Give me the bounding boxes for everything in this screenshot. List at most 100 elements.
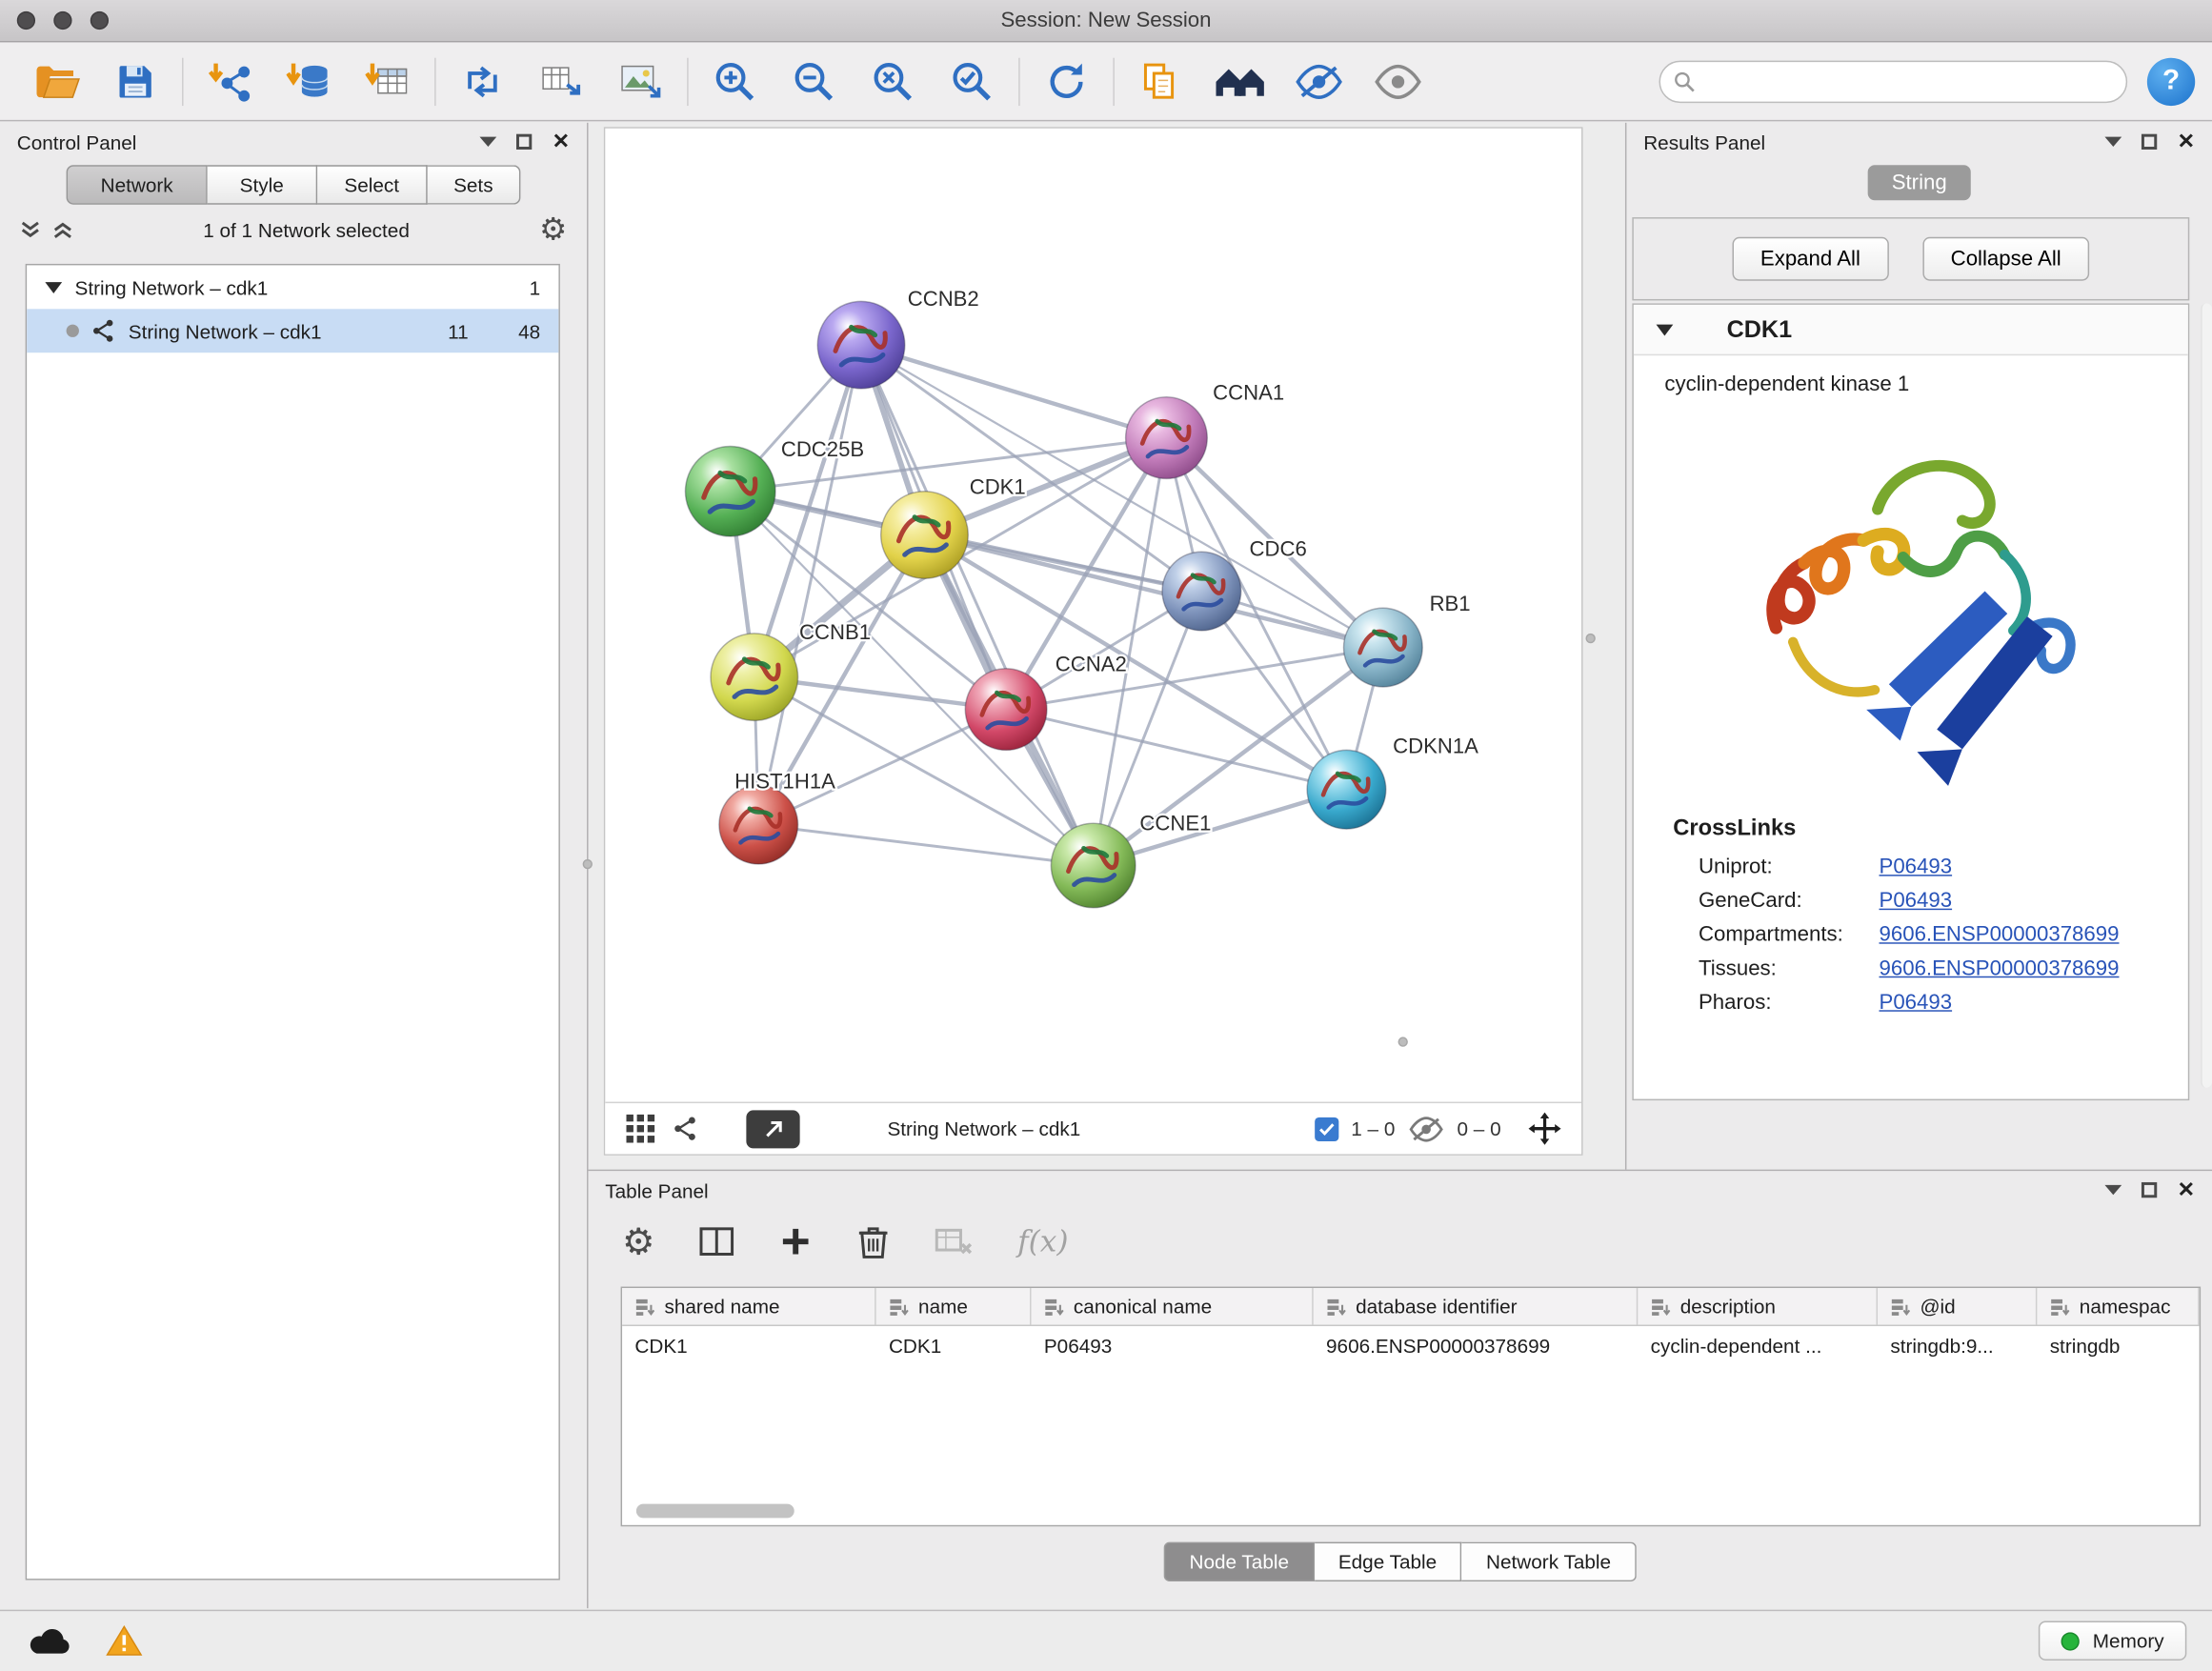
collection-expander-icon[interactable] [45,281,62,292]
column-header--id[interactable]: @id [1878,1288,2037,1325]
table-cell[interactable]: CDK1 [622,1326,876,1365]
column-header-database-identifier[interactable]: database identifier [1314,1288,1639,1325]
network-row-selected[interactable]: String Network – cdk1 11 48 [27,309,558,352]
close-window-icon[interactable] [17,11,35,30]
network-edge[interactable] [924,534,1382,647]
copy-document-button[interactable] [1121,49,1200,113]
network-options-gear-icon[interactable]: ⚙ [539,214,567,246]
table-tab-edge-table[interactable]: Edge Table [1315,1542,1462,1581]
zoom-fit-button[interactable] [854,49,933,113]
birdseye-view-button[interactable] [746,1110,799,1148]
table-options-gear-icon[interactable]: ⚙ [622,1223,655,1260]
import-network-file-button[interactable] [191,49,270,113]
open-session-button[interactable] [17,49,96,113]
gene-expander-icon[interactable] [1657,324,1674,335]
search-box[interactable] [1659,60,2127,102]
panel-float-icon[interactable] [517,134,533,150]
network-edge[interactable] [861,345,1094,865]
horizontal-splitter-handle[interactable] [1398,1037,1408,1046]
table-tab-node-table[interactable]: Node Table [1164,1542,1315,1581]
import-table-button[interactable] [349,49,428,113]
add-column-icon[interactable] [779,1224,814,1258]
export-image-button[interactable] [601,49,680,113]
expand-all-tree-icon[interactable] [52,220,73,240]
hide-selection-button[interactable] [1279,49,1358,113]
cloud-icon[interactable] [26,1623,73,1658]
panel-menu-icon[interactable] [2105,1185,2122,1195]
warning-icon[interactable] [105,1623,144,1658]
right-splitter-handle[interactable] [1585,634,1595,643]
column-header-name[interactable]: name [876,1288,1032,1325]
table-row[interactable]: CDK1CDK1P064939606.ENSP00000378699cyclin… [622,1326,2200,1365]
delete-column-trash-icon[interactable] [856,1223,891,1260]
import-network-database-button[interactable] [270,49,349,113]
results-scrollbar[interactable] [2201,303,2212,1087]
hidden-eye-slash-icon[interactable] [1408,1116,1445,1142]
panel-float-icon[interactable] [2142,134,2158,150]
gene-header[interactable]: CDK1 [1634,305,2188,355]
network-node-ccnb2[interactable] [817,301,905,389]
expand-all-button[interactable]: Expand All [1732,237,1888,281]
network-edge[interactable] [861,345,1166,437]
maximize-window-icon[interactable] [90,11,109,30]
network-node-ccne1[interactable] [1051,823,1136,908]
column-header-description[interactable]: description [1638,1288,1878,1325]
network-edge[interactable] [758,825,1093,866]
panel-menu-icon[interactable] [2105,137,2122,147]
selected-nodes-checkbox[interactable] [1315,1117,1338,1140]
network-node-cdkn1a[interactable] [1307,750,1386,829]
crosslink-value-link[interactable]: P06493 [1880,889,1953,913]
crosslink-value-link[interactable]: 9606.ENSP00000378699 [1880,956,2120,980]
column-header-canonical-name[interactable]: canonical name [1032,1288,1314,1325]
panel-float-icon[interactable] [2142,1182,2158,1198]
tab-string[interactable]: String [1868,165,1971,200]
crosslink-value-link[interactable]: 9606.ENSP00000378699 [1880,922,2120,946]
network-node-cdc6[interactable] [1162,552,1241,631]
zoom-in-button[interactable] [695,49,774,113]
network-edge[interactable] [758,345,861,825]
refresh-layout-button[interactable] [1027,49,1106,113]
network-node-cdc25b[interactable] [685,446,775,536]
network-node-rb1[interactable] [1344,608,1423,687]
zoom-selected-button[interactable] [933,49,1012,113]
network-node-cdk1[interactable] [881,492,969,579]
network-node-ccna1[interactable] [1126,397,1208,479]
table-cell[interactable]: P06493 [1032,1326,1314,1365]
help-button[interactable]: ? [2147,57,2195,105]
table-cell[interactable]: cyclin-dependent ... [1638,1326,1878,1365]
new-table-from-selection-button[interactable] [522,49,601,113]
grid-view-icon[interactable] [625,1113,656,1144]
minimize-window-icon[interactable] [53,11,71,30]
control-panel-tab-network[interactable]: Network [67,165,208,204]
left-splitter-handle[interactable] [583,859,593,869]
table-cell[interactable]: stringdb:9... [1878,1326,2037,1365]
network-node-ccnb1[interactable] [711,634,798,721]
panel-close-icon[interactable]: ✕ [2178,1179,2196,1200]
new-network-from-selection-button[interactable] [443,49,522,113]
control-panel-tab-sets[interactable]: Sets [428,165,521,204]
table-cell[interactable]: CDK1 [876,1326,1032,1365]
save-session-button[interactable] [96,49,175,113]
control-panel-tab-select[interactable]: Select [317,165,428,204]
home-button[interactable] [1200,49,1279,113]
network-collection-row[interactable]: String Network – cdk1 1 [27,265,558,309]
collapse-all-tree-icon[interactable] [20,220,41,240]
share-view-icon[interactable] [673,1116,698,1141]
panel-close-icon[interactable]: ✕ [553,131,571,152]
table-tab-network-table[interactable]: Network Table [1462,1542,1637,1581]
show-all-button[interactable] [1358,49,1438,113]
panel-close-icon[interactable]: ✕ [2178,131,2196,152]
control-panel-tab-style[interactable]: Style [208,165,318,204]
zoom-out-button[interactable] [774,49,854,113]
pan-move-icon[interactable] [1528,1112,1562,1146]
panel-menu-icon[interactable] [480,137,497,147]
window-controls[interactable] [17,11,109,30]
table-horizontal-scrollbar[interactable] [636,1504,794,1519]
show-columns-icon[interactable] [698,1224,735,1258]
crosslink-value-link[interactable]: P06493 [1880,991,1953,1015]
collapse-all-button[interactable]: Collapse All [1922,237,2089,281]
column-header-namespac[interactable]: namespac [2037,1288,2199,1325]
network-node-ccna2[interactable] [965,669,1047,751]
search-input[interactable] [1704,70,2113,91]
memory-button[interactable]: Memory [2039,1621,2186,1661]
